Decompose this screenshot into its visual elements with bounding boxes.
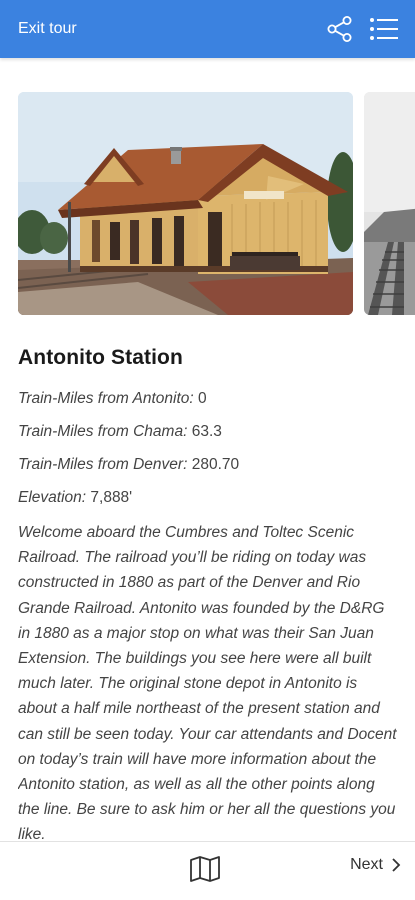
station-photo[interactable] <box>18 92 353 315</box>
fact-elevation: Elevation: 7,888' <box>18 487 397 509</box>
share-icon <box>327 16 352 42</box>
fact-value: 7,888' <box>90 489 133 506</box>
stop-description: Welcome aboard the Cumbres and Toltec Sc… <box>18 524 397 842</box>
fact-value: 280.70 <box>191 456 240 473</box>
bottom-nav-bar: Next <box>0 841 415 900</box>
station-illustration <box>18 92 353 315</box>
fact-label: Train-Miles from Antonito: <box>18 390 194 407</box>
header-actions <box>325 14 399 44</box>
share-button[interactable] <box>325 14 355 44</box>
fact-value: 0 <box>198 390 207 407</box>
map-icon <box>190 856 220 882</box>
stop-list-button[interactable] <box>369 14 399 44</box>
photo-carousel[interactable] <box>18 92 415 315</box>
fact-value: 63.3 <box>191 423 222 440</box>
fact-miles-chama: Train-Miles from Chama: 63.3 <box>18 421 397 443</box>
app-header: Exit tour <box>0 0 415 58</box>
map-button[interactable] <box>189 856 223 884</box>
fact-label: Train-Miles from Denver: <box>18 456 188 473</box>
list-icon <box>370 18 398 40</box>
tour-screen: Exit tour Antonito Station Train-Miles f… <box>0 0 415 900</box>
chevron-right-icon <box>392 858 401 872</box>
fact-label: Elevation: <box>18 489 87 506</box>
exit-tour-button[interactable]: Exit tour <box>18 20 77 38</box>
next-label: Next <box>350 856 383 873</box>
track-illustration <box>364 92 415 315</box>
fact-miles-antonito: Train-Miles from Antonito: 0 <box>18 388 397 410</box>
fact-miles-denver: Train-Miles from Denver: 280.70 <box>18 454 397 476</box>
next-stop-button[interactable]: Next <box>350 856 401 874</box>
fact-label: Train-Miles from Chama: <box>18 423 188 440</box>
stop-title: Antonito Station <box>18 346 183 369</box>
stop-details: Antonito Station Train-Miles from Antoni… <box>18 346 397 842</box>
next-photo-preview[interactable] <box>364 92 415 315</box>
